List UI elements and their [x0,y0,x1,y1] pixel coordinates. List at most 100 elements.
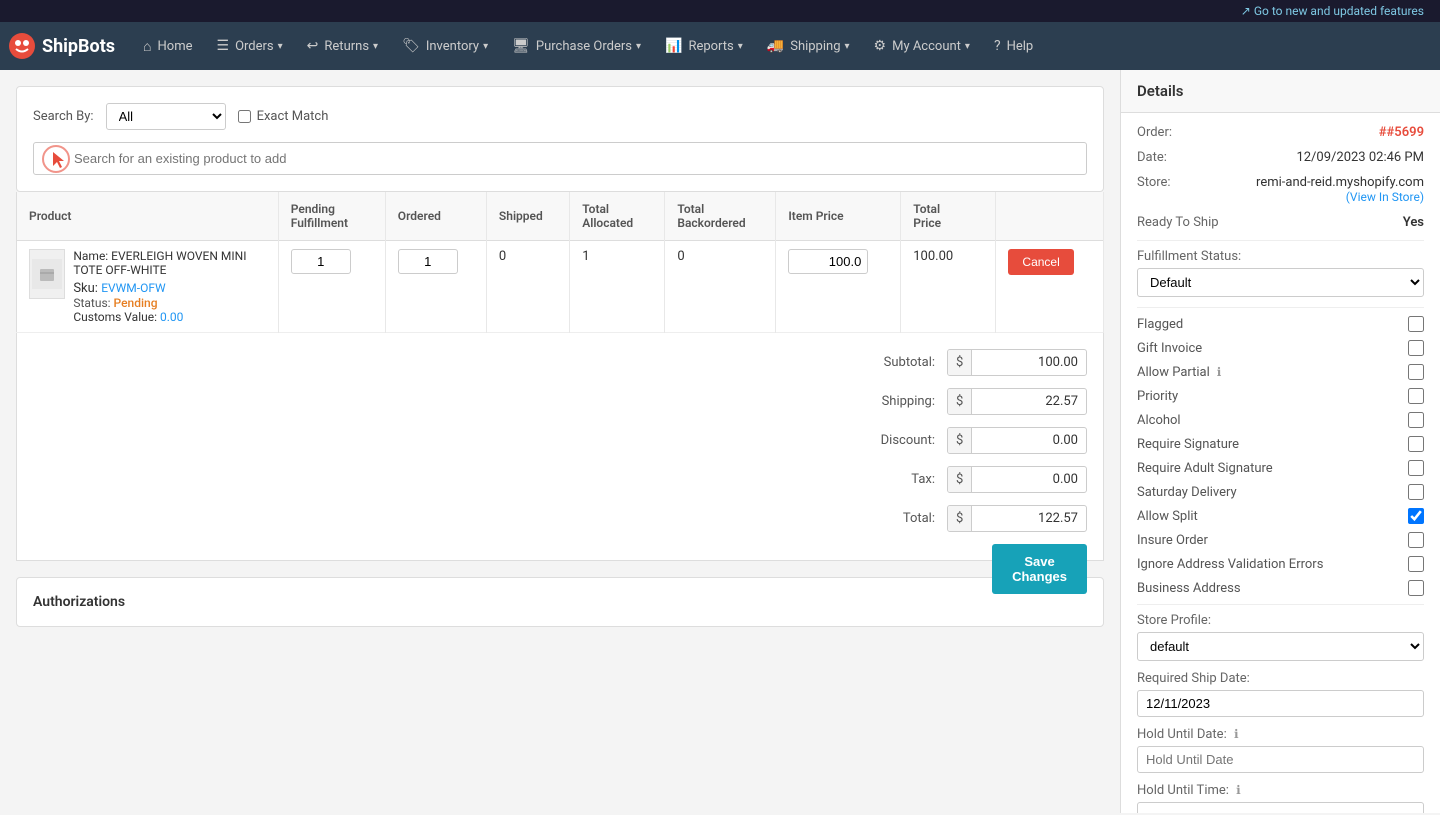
actions-cell[interactable]: Cancel [996,241,1104,333]
tax-row: Tax: $ 0.00 [33,466,1087,493]
col-shipped: Shipped [486,192,569,241]
total-value: 122.57 [972,506,1086,531]
nav-help[interactable]: ? Help [982,22,1045,70]
ordered-input[interactable] [398,249,458,274]
checkbox-input-3[interactable] [1408,388,1424,404]
checkbox-row-3: Priority [1137,388,1424,404]
logo-icon [8,32,36,60]
store-profile-label: Store Profile: [1137,613,1424,628]
sku-label: Sku: [73,281,98,296]
checkbox-input-9[interactable] [1408,532,1424,548]
checkbox-input-1[interactable] [1408,340,1424,356]
ready-to-ship-row: Ready To Ship Yes [1137,215,1424,230]
discount-value: 0.00 [972,428,1086,453]
hold-until-time-select[interactable] [1137,802,1424,813]
product-image [29,249,65,299]
subtotal-currency: $ [948,350,972,375]
shipped-cell: 0 [486,241,569,333]
checkbox-label-10: Ignore Address Validation Errors [1137,557,1408,572]
save-changes-button[interactable]: SaveChanges [992,544,1087,594]
order-label: Order: [1137,125,1227,140]
col-total-allocated: TotalAllocated [570,192,665,241]
exact-match-checkbox[interactable] [238,110,251,123]
checkbox-input-10[interactable] [1408,556,1424,572]
item-price-input[interactable] [788,249,868,274]
checkbox-input-4[interactable] [1408,412,1424,428]
total-allocated-value: 1 [582,249,589,264]
nav-shipping[interactable]: 🚚 Shipping ▾ [755,22,862,70]
checkbox-input-11[interactable] [1408,580,1424,596]
total-backordered-value: 0 [677,249,684,264]
hold-until-date-label: Hold Until Date: ℹ [1137,727,1424,742]
checkbox-row-4: Alcohol [1137,412,1424,428]
reports-icon: 📊 [665,38,682,54]
product-table: Product PendingFulfillment Ordered Shipp… [16,192,1104,333]
col-total-backordered: TotalBackordered [665,192,776,241]
total-backordered-cell: 0 [665,241,776,333]
search-area: Search By: All SKU Name UPC Exact Match [16,86,1104,192]
product-sku: Sku: EVWM-OFW [73,281,265,296]
hold-until-date-row: Hold Until Date: ℹ [1137,727,1424,773]
discount-input-wrapper: $ 0.00 [947,427,1087,454]
checkbox-label-9: Insure Order [1137,533,1408,548]
checkbox-input-5[interactable] [1408,436,1424,452]
checkboxes-container: FlaggedGift InvoiceAllow Partial ℹPriori… [1137,316,1424,596]
exact-match-label[interactable]: Exact Match [238,109,329,124]
hold-until-date-input[interactable] [1137,746,1424,773]
checkbox-input-2[interactable] [1408,364,1424,380]
ordered-cell[interactable] [385,241,486,333]
nav-orders[interactable]: ☰ Orders ▾ [205,22,295,70]
view-in-store-link[interactable]: (View In Store) [1346,190,1424,204]
required-ship-date-input[interactable] [1137,690,1424,717]
subtotal-value: 100.00 [972,350,1086,375]
shipping-row: Shipping: $ 22.57 [33,388,1087,415]
customs-amount: 0.00 [160,310,183,324]
checkbox-label-0: Flagged [1137,317,1408,332]
new-features-link[interactable]: Go to new and updated features [1254,4,1424,18]
pending-fulfillment-cell[interactable] [278,241,385,333]
nav-home[interactable]: ⌂ Home [131,22,204,70]
pending-fulfillment-input[interactable] [291,249,351,274]
product-cell: Name: EVERLEIGH WOVEN MINI TOTE OFF-WHIT… [17,241,279,333]
nav-logo: ShipBots [8,32,115,60]
search-input[interactable] [33,142,1087,175]
item-price-cell[interactable] [776,241,901,333]
checkbox-input-0[interactable] [1408,316,1424,332]
subtotal-row: Subtotal: $ 100.00 [33,349,1087,376]
discount-row: Discount: $ 0.00 [33,427,1087,454]
nav-reports[interactable]: 📊 Reports ▾ [653,22,755,70]
store-profile-select[interactable]: default [1137,632,1424,661]
order-value[interactable]: ##5699 [1227,125,1424,140]
checkbox-input-8[interactable] [1408,508,1424,524]
orders-icon: ☰ [217,38,230,54]
exact-match-text: Exact Match [257,109,329,124]
hold-until-time-label: Hold Until Time: ℹ [1137,783,1424,798]
search-by-select[interactable]: All SKU Name UPC [106,103,226,130]
checkbox-label-6: Require Adult Signature [1137,461,1408,476]
checkbox-label-3: Priority [1137,389,1408,404]
checkbox-row-11: Business Address [1137,580,1424,596]
store-value: remi-and-reid.myshopify.com (View In Sto… [1227,175,1424,205]
order-row: Order: ##5699 [1137,125,1424,140]
nav-returns[interactable]: ↩ Returns ▾ [295,22,390,70]
nav-purchase-orders[interactable]: 🖥 Purchase Orders ▾ [500,22,653,70]
date-label: Date: [1137,150,1227,165]
fulfillment-status-select[interactable]: Default Fulfilled Unfulfilled [1137,268,1424,297]
required-ship-date-label: Required Ship Date: [1137,671,1424,686]
sku-link[interactable]: EVWM-OFW [101,281,165,295]
authorizations-section: Authorizations [16,577,1104,627]
status-value: Pending [114,296,158,310]
tax-input-wrapper: $ 0.00 [947,466,1087,493]
total-input-wrapper: $ 122.57 [947,505,1087,532]
nav-inventory[interactable]: 🏷 Inventory ▾ [390,22,500,70]
store-label: Store: [1137,175,1227,190]
col-pending: PendingFulfillment [278,192,385,241]
shipping-dropdown-arrow: ▾ [845,41,850,52]
checkbox-input-6[interactable] [1408,460,1424,476]
required-ship-date-row: Required Ship Date: [1137,671,1424,717]
checkbox-input-7[interactable] [1408,484,1424,500]
cancel-button[interactable]: Cancel [1008,249,1073,275]
divider-1 [1137,240,1424,241]
col-actions [996,192,1104,241]
nav-my-account[interactable]: ⚙ My Account ▾ [862,22,982,70]
